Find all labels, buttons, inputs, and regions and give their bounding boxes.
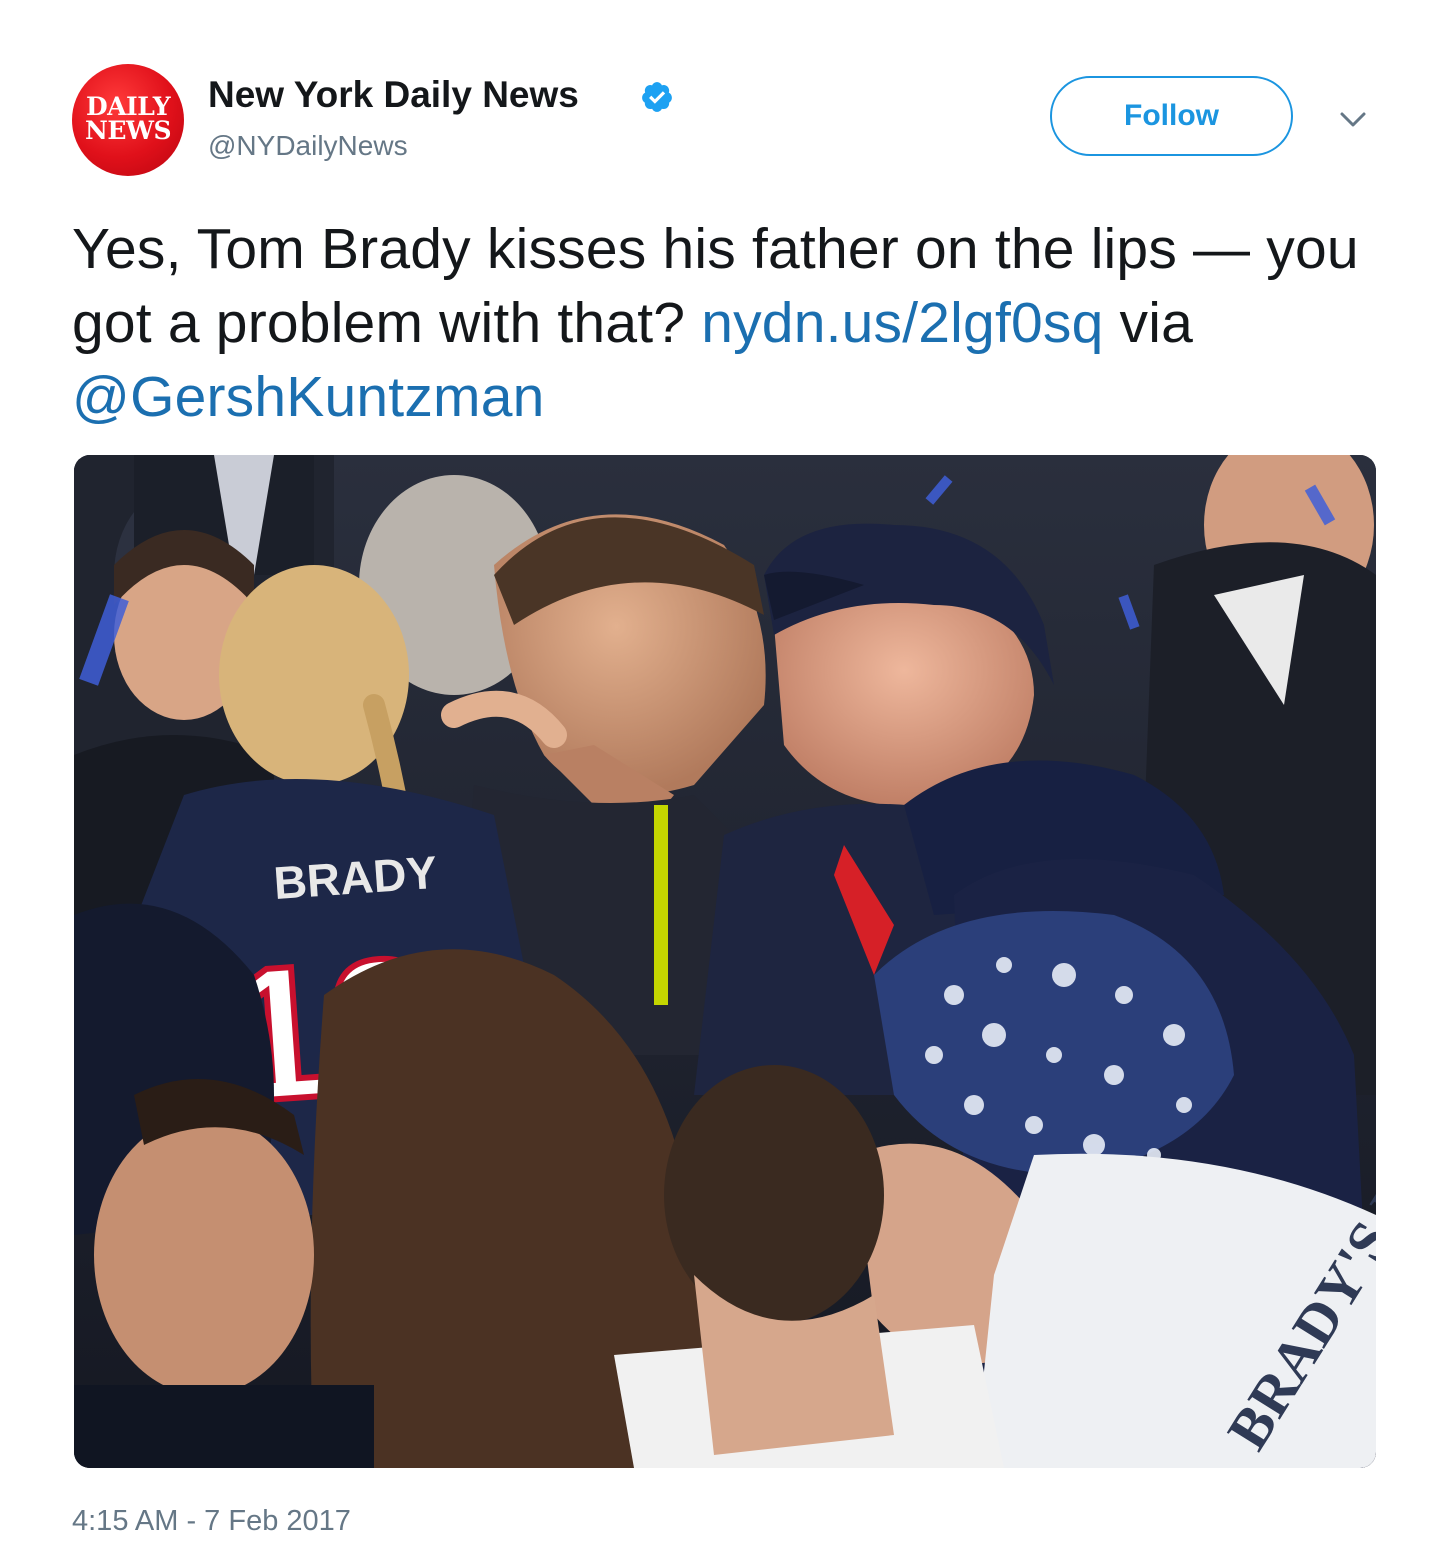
verified-badge-icon xyxy=(642,82,672,112)
mention-link[interactable]: @GershKuntzman xyxy=(72,365,545,429)
display-name[interactable]: New York Daily News xyxy=(208,72,579,118)
tweet-text-part2: via xyxy=(1103,291,1193,355)
tweet-timestamp[interactable]: 4:15 AM - 7 Feb 2017 xyxy=(72,1503,351,1539)
tweet-link[interactable]: nydn.us/2lgf0sq xyxy=(701,291,1103,355)
tweet-text: Yes, Tom Brady kisses his father on the … xyxy=(72,212,1382,434)
photo-illustration: BRADY 12 BRADY'S LA xyxy=(74,455,1376,1468)
tweet-photo[interactable]: BRADY 12 BRADY'S LA xyxy=(74,455,1376,1468)
avatar-logo-line2: NEWS xyxy=(84,116,172,145)
tweet-card: DAILY NEWS New York Daily News @NYDailyN… xyxy=(0,0,1440,1563)
follow-button[interactable]: Follow xyxy=(1050,76,1293,156)
user-handle[interactable]: @NYDailyNews xyxy=(208,128,408,164)
avatar[interactable]: DAILY NEWS xyxy=(72,64,184,176)
chevron-down-icon[interactable] xyxy=(1336,104,1370,134)
